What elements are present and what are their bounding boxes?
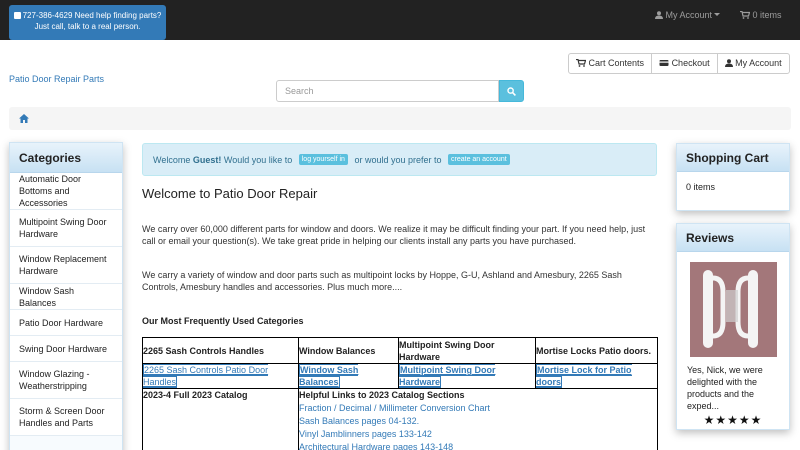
login-link[interactable]: log yourself in: [298, 154, 348, 165]
phone-line: 727-386-4629 Need help finding parts?: [22, 11, 162, 20]
table-header-cell: 2265 Sash Controls Handles: [142, 337, 299, 364]
helpful-link[interactable]: Vinyl Jamblinners pages 133-142: [299, 428, 657, 441]
cart-icon: [740, 10, 751, 19]
category-item-patio-door[interactable]: Patio Door Hardware: [10, 310, 122, 336]
cart-contents-label: Cart Contents: [588, 58, 645, 68]
alert-guest: Guest!: [192, 154, 222, 165]
intro-paragraph: We carry over 60,000 different parts for…: [142, 224, 646, 246]
window-balances-link[interactable]: Window Sash Balances: [299, 364, 359, 388]
header-button-group: Cart Contents Checkout My Account: [568, 53, 790, 74]
top-account-label: My Account: [665, 10, 713, 20]
reviews-panel: Reviews Yes, Nick, we were delighted wit…: [676, 223, 790, 430]
variety-paragraph: We carry a variety of window and door pa…: [142, 270, 622, 292]
category-item-sash-balances[interactable]: Window Sash Balances: [10, 284, 122, 310]
door-handle-image-icon: [690, 262, 777, 357]
my-account-label: My Account: [735, 58, 782, 68]
credit-card-icon: [659, 60, 669, 66]
phone-subtext: Just call, talk to a real person.: [34, 22, 141, 31]
alert-or: or would you prefer to: [351, 154, 445, 165]
checkout-button[interactable]: Checkout: [652, 54, 718, 73]
alert-question: Would you like to: [221, 154, 295, 165]
caret-down-icon: [714, 13, 721, 16]
category-item-multipoint[interactable]: Multipoint Swing Door Hardware: [10, 210, 122, 247]
cart-contents-button[interactable]: Cart Contents: [569, 54, 653, 73]
cart-icon: [576, 58, 587, 67]
catalog-cell: 2023-4 Full 2023 Catalog: [142, 388, 299, 450]
table-header-cell: Multipoint Swing Door Hardware: [398, 337, 536, 364]
top-account-dropdown[interactable]: My Account: [655, 10, 721, 20]
review-stars: ★★★★★: [703, 413, 763, 427]
site-name-link[interactable]: Patio Door Repair Parts: [9, 74, 104, 84]
categories-table: 2265 Sash Controls Handles Window Balanc…: [142, 337, 658, 450]
categories-panel: Categories Automatic Door Bottoms and Ac…: [9, 142, 123, 450]
helpful-link[interactable]: Architectural Hardware pages 143-148: [299, 441, 657, 450]
table-header-cell: Window Balances: [298, 337, 399, 364]
search-button[interactable]: [499, 80, 524, 102]
reviews-title: Reviews: [677, 224, 789, 252]
table-row: 2023-4 Full 2023 Catalog Helpful Links t…: [142, 388, 658, 450]
helpful-links-title: Helpful Links to 2023 Catalog Sections: [299, 390, 465, 400]
mortise-lock-link[interactable]: Mortise Lock for Patio doors: [536, 364, 632, 388]
my-account-button[interactable]: My Account: [718, 54, 789, 73]
helpful-link[interactable]: Fraction / Decimal / Millimeter Conversi…: [299, 402, 657, 415]
review-text: Yes, Nick, we were delighted with the pr…: [687, 365, 763, 411]
checkout-label: Checkout: [671, 58, 710, 68]
phone-icon: [13, 12, 21, 19]
top-navbar: 727-386-4629 Need help finding parts? Ju…: [0, 0, 800, 40]
shopping-cart-panel: Shopping Cart 0 items: [676, 143, 790, 211]
frequent-categories-heading: Our Most Frequently Used Categories: [142, 316, 304, 326]
helpful-links-cell: Helpful Links to 2023 Catalog Sections F…: [298, 388, 658, 450]
category-item-swing-door[interactable]: Swing Door Hardware: [10, 336, 122, 362]
cart-title: Shopping Cart: [677, 144, 789, 172]
page-title: Welcome to Patio Door Repair: [142, 186, 318, 201]
cart-items-count: 0 items: [677, 172, 789, 210]
table-row: 2265 Sash Controls Handles Window Balanc…: [142, 337, 658, 364]
review-product-image[interactable]: [690, 262, 777, 357]
category-item-storm-screen[interactable]: Storm & Screen Door Handles and Parts: [10, 399, 122, 436]
category-item-glazing[interactable]: Window Glazing - Weatherstripping: [10, 362, 122, 399]
welcome-alert: Welcome Guest! Would you like to log you…: [142, 143, 657, 176]
alert-welcome: Welcome: [153, 154, 193, 165]
create-account-link[interactable]: create an account: [448, 154, 510, 165]
search-bar: [276, 80, 524, 102]
table-row: 2265 Sash Controls Patio Door Handles Wi…: [142, 363, 658, 389]
user-icon: [655, 11, 663, 19]
category-item-window-replacement[interactable]: Window Replacement Hardware: [10, 247, 122, 284]
category-item-door-bottoms[interactable]: Automatic Door Bottoms and Accessories: [10, 173, 122, 210]
top-cart-link[interactable]: 0 items: [740, 10, 782, 20]
main-content: Welcome to Patio Door Repair We carry ov…: [142, 186, 658, 354]
search-input[interactable]: [276, 80, 499, 102]
helpful-link[interactable]: Sash Balances pages 04-132.: [299, 415, 657, 428]
home-icon[interactable]: [19, 114, 29, 123]
user-icon: [724, 59, 733, 67]
categories-title: Categories: [10, 143, 122, 173]
breadcrumb: [9, 107, 791, 130]
sash-controls-link[interactable]: 2265 Sash Controls Patio Door Handles: [143, 364, 269, 388]
multipoint-link[interactable]: Multipoint Swing Door Hardware: [399, 364, 496, 388]
top-items-label: 0 items: [752, 10, 782, 20]
search-icon: [507, 86, 516, 96]
table-header-cell: Mortise Locks Patio doors.: [535, 337, 658, 364]
phone-help-box[interactable]: 727-386-4629 Need help finding parts? Ju…: [9, 5, 166, 40]
